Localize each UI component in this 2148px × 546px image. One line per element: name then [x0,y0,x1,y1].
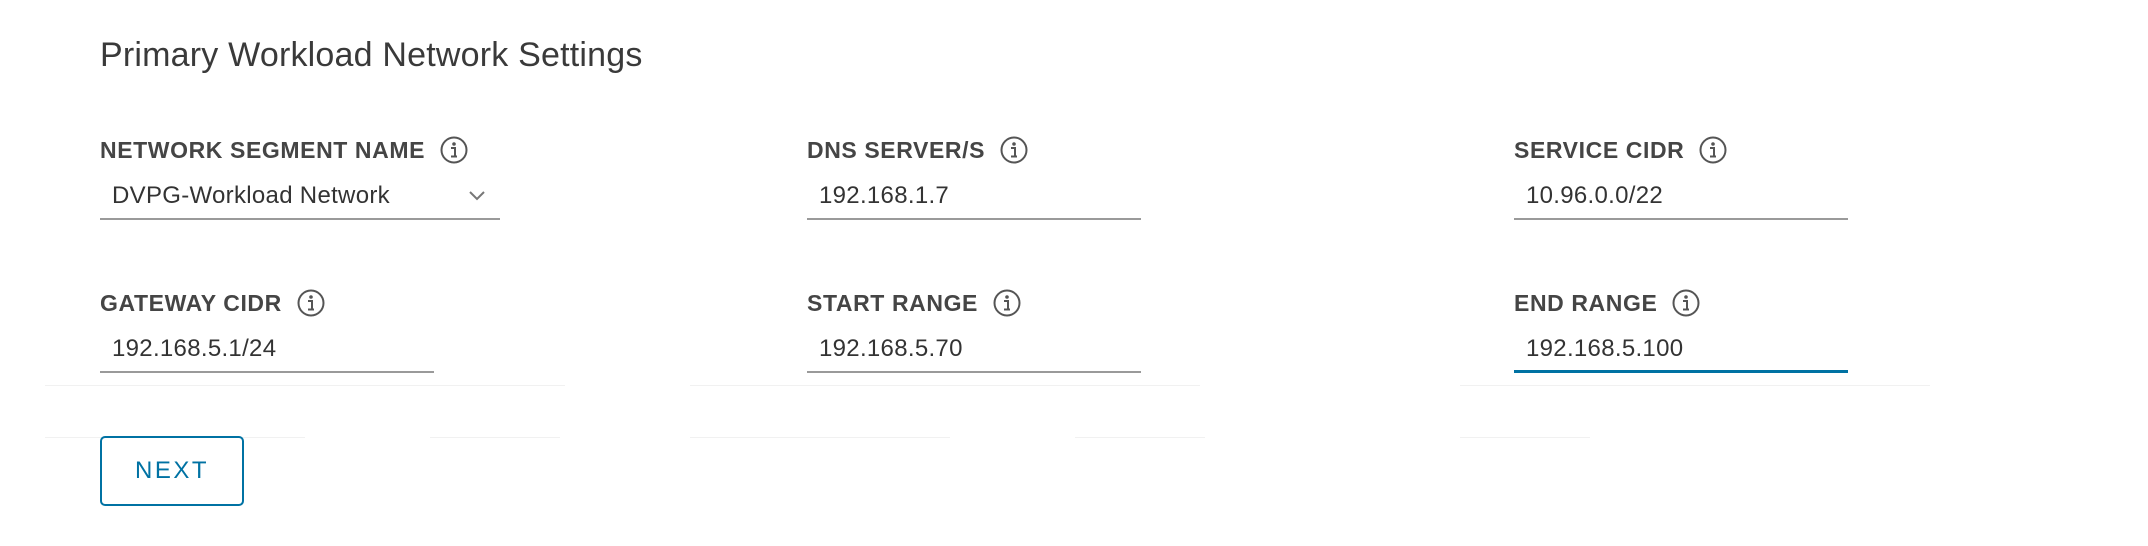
network-segment-value: DVPG-Workload Network [112,182,390,209]
gateway-cidr-value: 192.168.5.1/24 [112,335,277,362]
service-cidr-label: SERVICE CIDR [1514,136,1685,163]
service-cidr-input[interactable]: 10.96.0.0/22 [1514,176,1848,220]
dns-servers-label-row: DNS SERVER/S [807,134,1227,166]
dns-servers-value: 192.168.1.7 [819,182,950,209]
service-cidr-field: SERVICE CIDR 10.96.0.0/22 [1514,134,1934,224]
divider [1460,437,1590,438]
gateway-cidr-input[interactable]: 192.168.5.1/24 [100,329,434,373]
chevron-down-icon[interactable] [466,184,488,206]
end-range-input[interactable]: 192.168.5.100 [1514,329,1848,373]
info-circle-icon[interactable] [296,288,326,318]
network-segment-field: NETWORK SEGMENT NAME DVPG-Workload Netwo… [100,134,520,224]
divider [690,437,950,438]
info-circle-icon[interactable] [1698,135,1728,165]
divider [430,437,560,438]
divider [1075,437,1205,438]
info-circle-icon[interactable] [999,135,1029,165]
dns-servers-field: DNS SERVER/S 192.168.1.7 [807,134,1227,224]
start-range-field: START RANGE 192.168.5.70 [807,287,1227,377]
next-button[interactable]: NEXT [100,436,244,506]
gateway-cidr-field: GATEWAY CIDR 192.168.5.1/24 [100,287,520,377]
start-range-value: 192.168.5.70 [819,335,963,362]
divider [45,385,565,386]
dns-servers-input[interactable]: 192.168.1.7 [807,176,1141,220]
divider [1460,385,1930,386]
gateway-cidr-label-row: GATEWAY CIDR [100,287,520,319]
info-circle-icon[interactable] [992,288,1022,318]
network-segment-label: NETWORK SEGMENT NAME [100,136,426,163]
start-range-label-row: START RANGE [807,287,1227,319]
info-circle-icon[interactable] [1671,288,1701,318]
end-range-label-row: END RANGE [1514,287,1934,319]
start-range-label: START RANGE [807,289,979,316]
end-range-field: END RANGE 192.168.5.100 [1514,287,1934,377]
service-cidr-label-row: SERVICE CIDR [1514,134,1934,166]
dns-servers-label: DNS SERVER/S [807,136,986,163]
section-title: Primary Workload Network Settings [100,36,643,74]
divider [690,385,1200,386]
network-segment-label-row: NETWORK SEGMENT NAME [100,134,520,166]
network-segment-select[interactable]: DVPG-Workload Network [100,176,500,220]
info-circle-icon[interactable] [439,135,469,165]
end-range-value: 192.168.5.100 [1526,335,1684,362]
start-range-input[interactable]: 192.168.5.70 [807,329,1141,373]
gateway-cidr-label: GATEWAY CIDR [100,289,282,316]
end-range-label: END RANGE [1514,289,1658,316]
service-cidr-value: 10.96.0.0/22 [1526,182,1664,209]
